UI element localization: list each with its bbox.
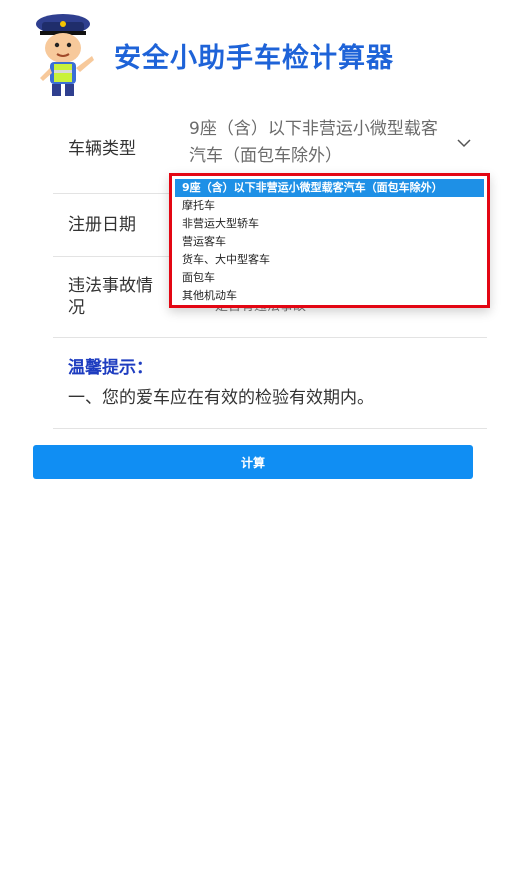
tips-text: 一、您的爱车应在有效的检验有效期内。 — [68, 388, 374, 408]
app-title: 安全小助手车检计算器 — [114, 43, 394, 74]
app-header: 安全小助手车检计算器 — [0, 0, 505, 110]
traffic-police-avatar-icon — [36, 14, 94, 96]
dropdown-option[interactable]: 货车、大中型客车 — [175, 251, 484, 269]
chevron-down-icon[interactable] — [457, 138, 471, 148]
vehicle-type-dropdown[interactable]: 9座（含）以下非营运小微型载客汽车（面包车除外） 摩托车 非营运大型轿车 营运客… — [169, 173, 490, 308]
vehicle-type-select[interactable]: 9座（含）以下非营运小微型载客汽车（面包车除外） — [189, 116, 441, 170]
dropdown-option[interactable]: 营运客车 — [175, 233, 484, 251]
tips-title: 温馨提示： — [68, 358, 153, 378]
calculate-button[interactable]: 计算 — [33, 445, 473, 479]
dropdown-option[interactable]: 面包车 — [175, 269, 484, 287]
dropdown-option[interactable]: 9座（含）以下非营运小微型载客汽车（面包车除外） — [175, 179, 484, 197]
registration-date-label: 注册日期 — [68, 215, 136, 235]
dropdown-option[interactable]: 非营运大型轿车 — [175, 215, 484, 233]
divider — [53, 428, 487, 429]
dropdown-option[interactable]: 其他机动车 — [175, 287, 484, 305]
dropdown-option[interactable]: 摩托车 — [175, 197, 484, 215]
vehicle-type-label: 车辆类型 — [68, 139, 136, 159]
violations-label: 违法事故情况 — [68, 276, 153, 318]
